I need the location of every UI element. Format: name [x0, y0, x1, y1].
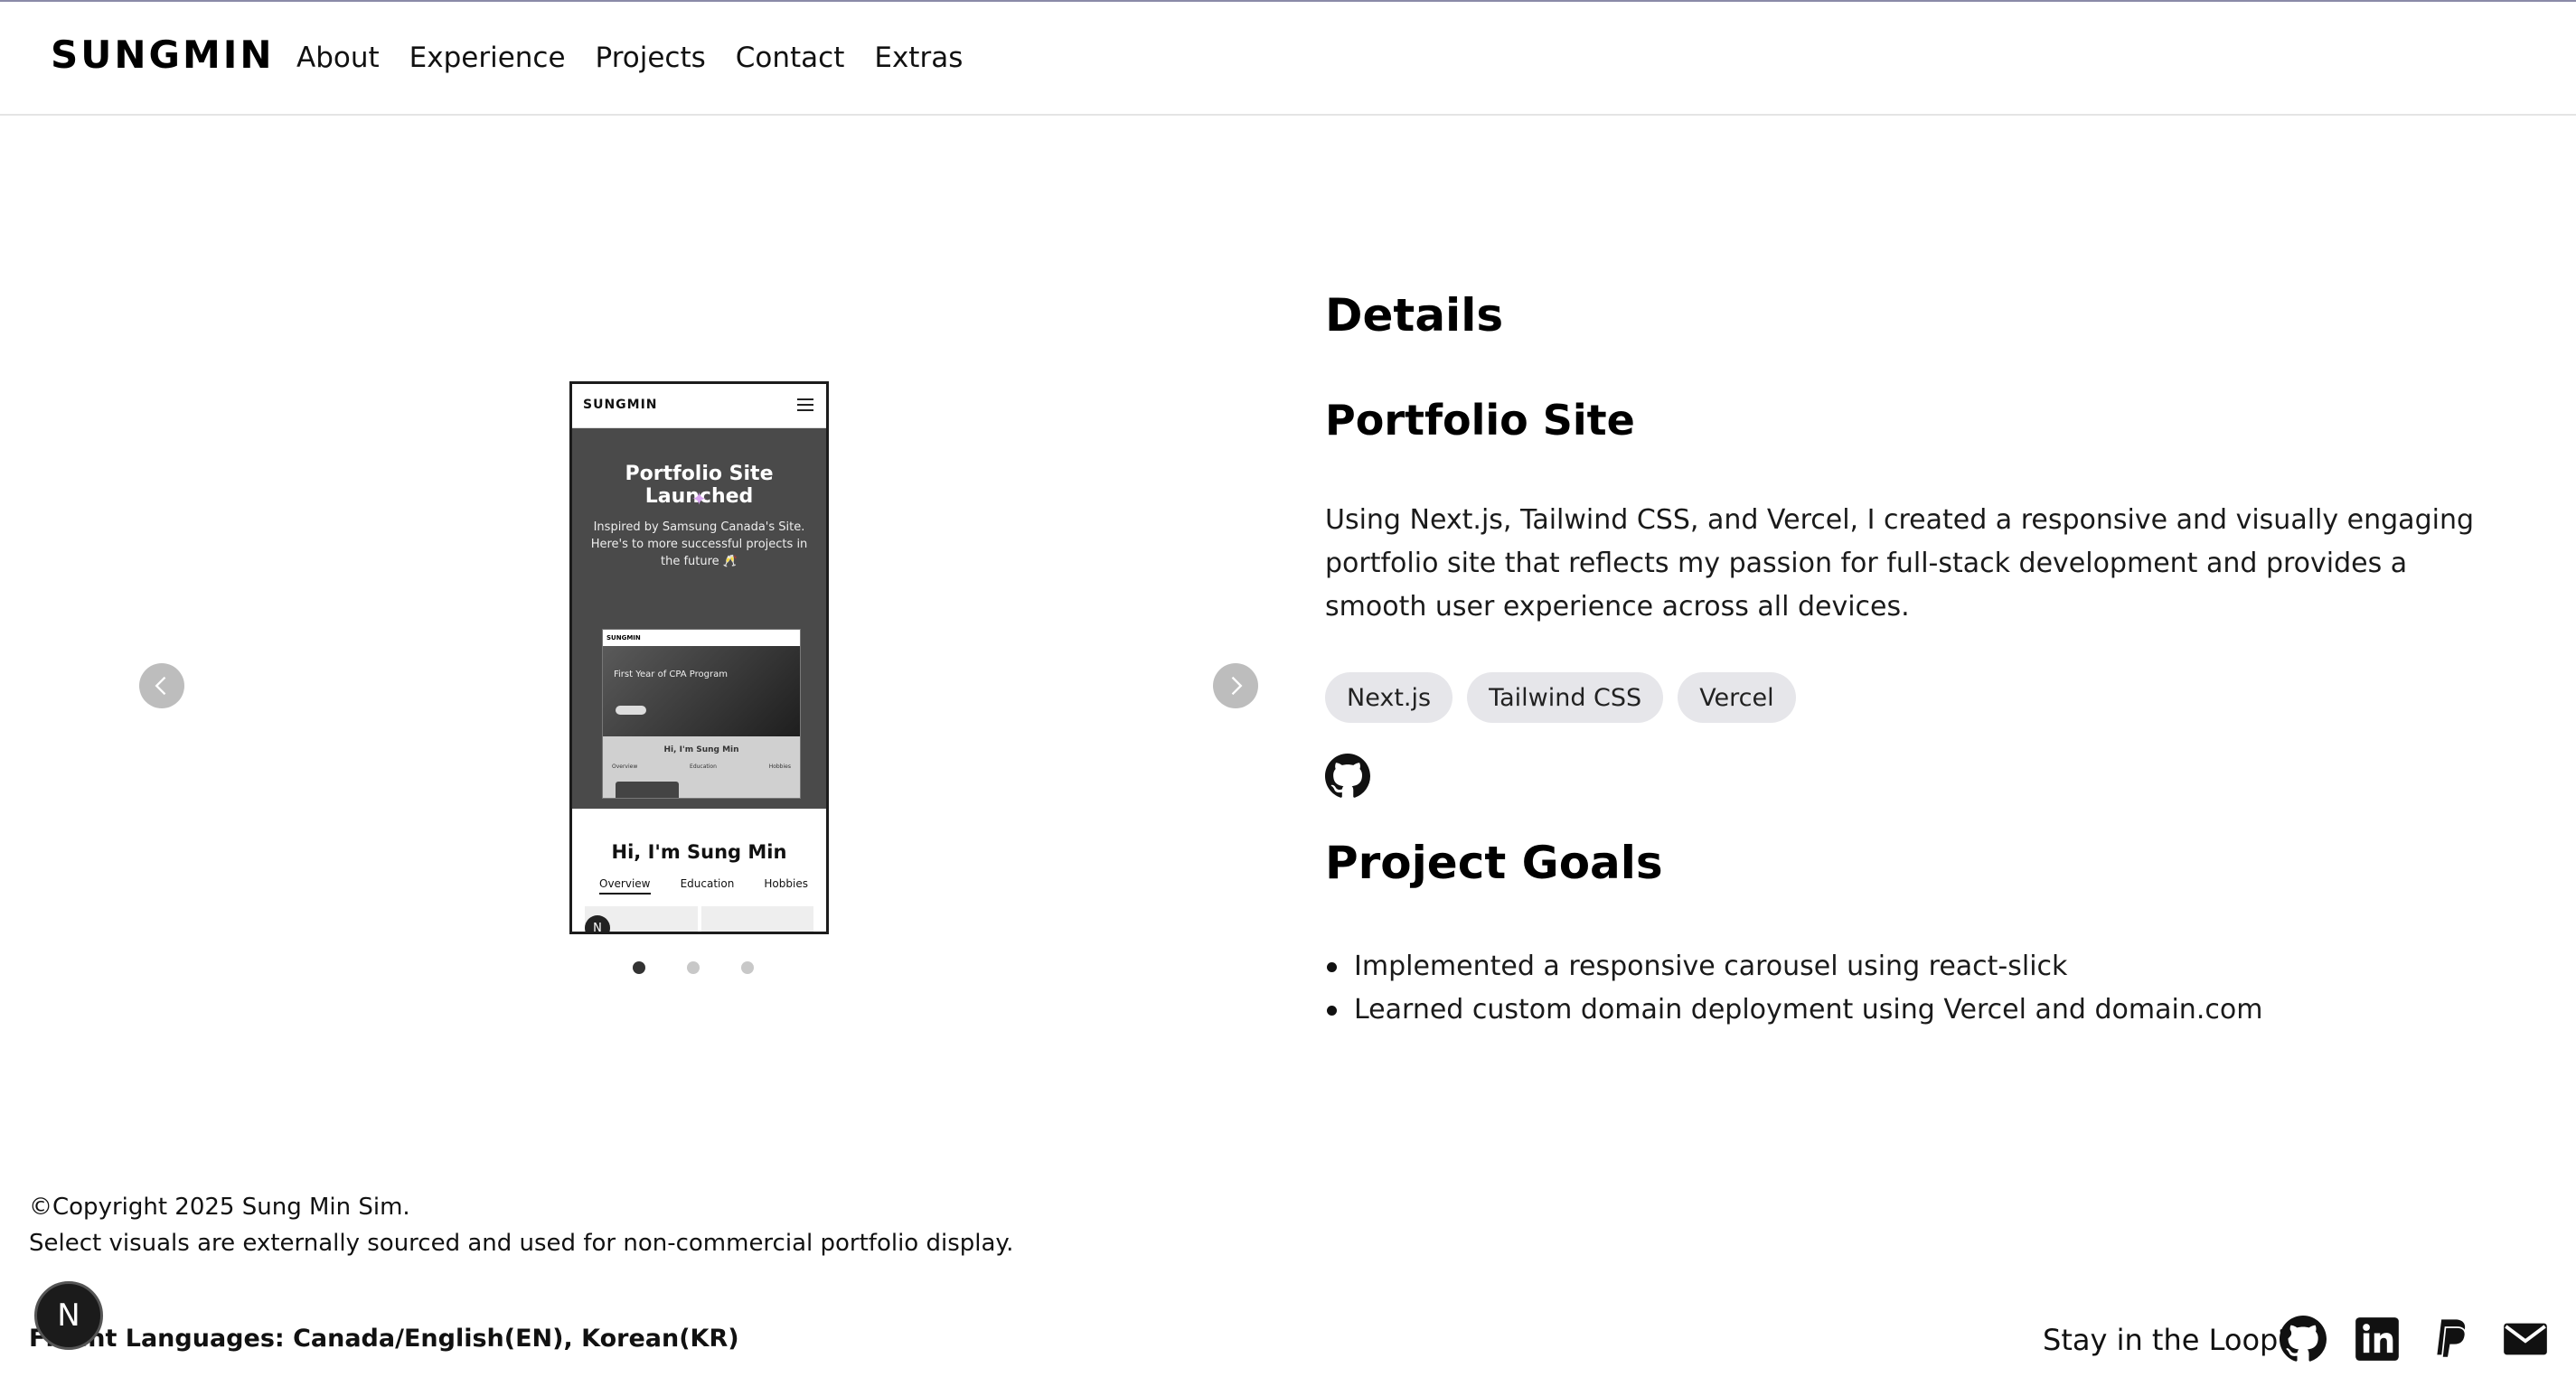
nav-link-about[interactable]: About: [296, 42, 380, 74]
building-photo: [603, 646, 800, 736]
github-repo-link[interactable]: [1325, 754, 1370, 799]
preview-hero: Portfolio Site Launched ✦ Inspired by Sa…: [572, 428, 826, 810]
preview-logo: SUNGMIN: [583, 398, 658, 412]
nav-link-experience[interactable]: Experience: [409, 42, 566, 74]
mail-icon: [2504, 1323, 2547, 1355]
carousel-dot-1[interactable]: [633, 961, 645, 974]
preview-inner-tab: Overview: [612, 763, 638, 770]
preview-tab-hobbies: Hobbies: [764, 877, 808, 890]
site-logo[interactable]: SUNGMIN: [51, 33, 275, 77]
carousel-dot-3[interactable]: [741, 961, 754, 974]
preview-cards: [585, 906, 813, 932]
preview-inner-button: [616, 706, 646, 715]
stay-in-loop-label: Stay in the Loop?: [2043, 1323, 2294, 1357]
paypal-link[interactable]: [2428, 1316, 2475, 1363]
linkedin-icon: [2355, 1317, 2399, 1361]
goals-list: Implemented a responsive carousel using …: [1325, 945, 2262, 1032]
tech-tags: Next.js Tailwind CSS Vercel: [1325, 672, 1796, 723]
tag-vercel: Vercel: [1678, 672, 1796, 723]
tag-nextjs: Next.js: [1325, 672, 1453, 723]
preview-inner-logo: SUNGMIN: [603, 630, 800, 646]
project-description: Using Next.js, Tailwind CSS, and Vercel,…: [1325, 504, 2475, 623]
preview-tabs: Overview Education Hobbies: [599, 877, 808, 895]
chevron-left-icon: [155, 676, 166, 696]
preview-inner-tab: Education: [690, 763, 717, 770]
preview-tab-overview: Overview: [599, 877, 651, 895]
preview-header: SUNGMIN: [572, 384, 826, 428]
github-link[interactable]: [2280, 1316, 2327, 1363]
preview-inner-tab: Hobbies: [768, 763, 791, 770]
github-icon: [1325, 754, 1370, 798]
site-header: SUNGMIN About Experience Projects Contac…: [0, 2, 2576, 116]
paypal-icon: [2437, 1319, 2467, 1359]
github-icon: [2280, 1316, 2327, 1362]
disclaimer-text: Select visuals are externally sourced an…: [29, 1230, 1014, 1257]
linkedin-link[interactable]: [2354, 1316, 2401, 1363]
goal-item: Implemented a responsive carousel using …: [1325, 945, 2262, 988]
nav-link-contact[interactable]: Contact: [736, 42, 845, 74]
main-nav: About Experience Projects Contact Extras: [296, 42, 963, 74]
goals-heading: Project Goals: [1325, 837, 1663, 889]
party-popper-icon: ✦: [691, 488, 707, 510]
carousel-next-button[interactable]: [1213, 663, 1258, 708]
chevron-right-icon: [1231, 676, 1243, 696]
tag-tailwind: Tailwind CSS: [1467, 672, 1664, 723]
hamburger-icon: [797, 398, 813, 415]
copyright-text: ©Copyright 2025 Sung Min Sim.: [29, 1194, 410, 1221]
nav-link-projects[interactable]: Projects: [596, 42, 706, 74]
phone-preview-image: SUNGMIN Portfolio Site Launched ✦ Inspir…: [569, 381, 829, 934]
email-link[interactable]: [2502, 1316, 2549, 1363]
nextjs-dev-badge[interactable]: N: [34, 1281, 103, 1350]
preview-intro: Hi, I'm Sung Min: [611, 841, 787, 863]
preview-hero-subtitle: Inspired by Samsung Canada's Site. Here'…: [590, 520, 808, 568]
preview-inner-tabs: Overview Education Hobbies: [612, 763, 791, 770]
project-title: Portfolio Site: [1325, 396, 1635, 445]
nav-link-extras[interactable]: Extras: [874, 42, 963, 74]
preview-inner-screenshot: SUNGMIN First Year of CPA Program Hi, I'…: [602, 629, 801, 799]
preview-inner-banner: First Year of CPA Program: [614, 670, 728, 679]
carousel-dot-2[interactable]: [687, 961, 700, 974]
preview-tab-education: Education: [680, 877, 735, 890]
laptop-image: [616, 782, 679, 798]
footer-copy: ©Copyright 2025 Sung Min Sim. Select vis…: [29, 1189, 1013, 1261]
project-carousel: SUNGMIN Portfolio Site Launched ✦ Inspir…: [127, 361, 1265, 1012]
carousel-dots: [633, 961, 754, 974]
preview-body: Hi, I'm Sung Min Overview Education Hobb…: [572, 809, 826, 932]
preview-inner-lower: Hi, I'm Sung Min Overview Education Hobb…: [603, 736, 800, 798]
carousel-prev-button[interactable]: [139, 663, 184, 708]
social-links: [2280, 1316, 2549, 1363]
details-heading: Details: [1325, 289, 1504, 342]
languages-text: Fluent Languages: Canada/English(EN), Ko…: [29, 1325, 739, 1353]
preview-n-badge: N: [585, 915, 610, 932]
preview-inner-intro: Hi, I'm Sung Min: [663, 745, 739, 754]
goal-item: Learned custom domain deployment using V…: [1325, 988, 2262, 1032]
